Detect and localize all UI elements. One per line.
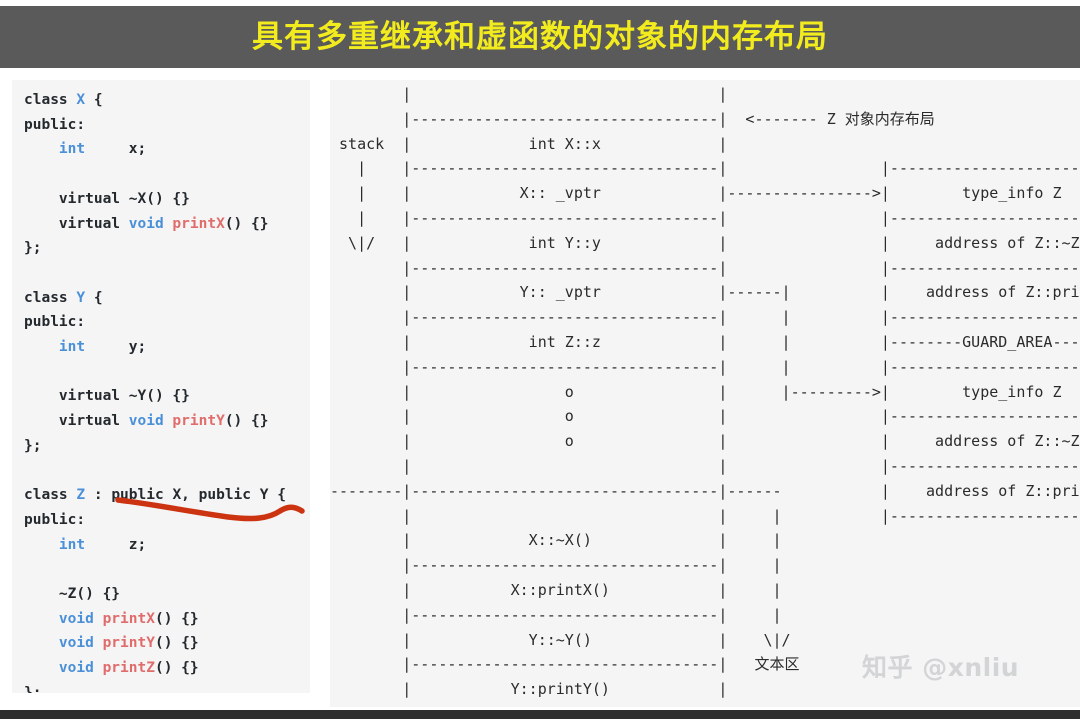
code-token-function: printY bbox=[102, 635, 155, 652]
code-token-keyword: public bbox=[24, 511, 77, 528]
code-token-keyword: class bbox=[24, 487, 68, 504]
code-token-keyword: public bbox=[24, 314, 77, 331]
code-token-keyword: virtual bbox=[58, 413, 121, 430]
code-token-keyword: class bbox=[24, 92, 68, 108]
code-token-keyword: public bbox=[24, 116, 77, 133]
cpp-source-code: class X { public: int x; virtual ~X() {}… bbox=[24, 92, 286, 693]
ascii-memory-layout-art: | | |----------------------------------|… bbox=[330, 85, 1080, 707]
code-token-keyword: public bbox=[198, 487, 252, 504]
code-token-function: printX bbox=[172, 215, 225, 232]
bottom-divider bbox=[0, 710, 1080, 719]
memory-layout-diagram-panel: | | |----------------------------------|… bbox=[330, 80, 1080, 707]
code-panel: class X { public: int x; virtual ~X() {}… bbox=[12, 80, 310, 693]
code-token-keyword: virtual bbox=[58, 388, 121, 405]
title-bar: 具有多重继承和虚函数的对象的内存布局 bbox=[0, 6, 1080, 68]
code-token-type: int bbox=[58, 141, 86, 158]
code-token-type: void bbox=[58, 610, 94, 627]
page-title: 具有多重继承和虚函数的对象的内存布局 bbox=[252, 18, 828, 55]
code-token-type: void bbox=[128, 413, 164, 430]
code-token-type: Z bbox=[76, 487, 86, 504]
code-token-keyword: virtual bbox=[58, 190, 121, 207]
code-token-type: int bbox=[58, 339, 86, 356]
watermark: 知乎 @xnliu bbox=[862, 653, 1020, 682]
code-token-function: printY bbox=[172, 413, 225, 430]
code-token-type: void bbox=[58, 660, 94, 677]
code-token-type: X bbox=[76, 92, 86, 108]
code-token-type: void bbox=[58, 635, 94, 652]
code-token-keyword: virtual bbox=[58, 215, 121, 232]
code-token-keyword: public bbox=[111, 487, 164, 504]
code-token-type: int bbox=[58, 536, 86, 553]
code-token-type: void bbox=[128, 215, 164, 232]
code-token-function: printX bbox=[102, 610, 155, 627]
code-token-type: Y bbox=[76, 289, 86, 306]
code-token-function: printZ bbox=[102, 660, 155, 677]
code-token-keyword: class bbox=[24, 289, 68, 306]
